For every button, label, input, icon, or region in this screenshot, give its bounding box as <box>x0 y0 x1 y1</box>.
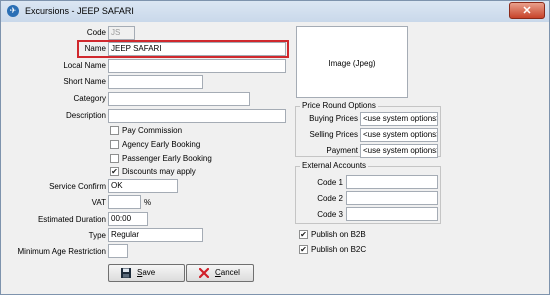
pay-commission-checkbox[interactable] <box>110 126 119 135</box>
red-x-icon <box>199 268 209 278</box>
form-body: Code JS Name JEEP SAFARI Local Name Shor… <box>3 22 547 292</box>
payment-select[interactable]: <use system options> <box>360 144 438 158</box>
selling-prices-label: Selling Prices <box>309 130 358 139</box>
title-bar: ✈ Excursions - JEEP SAFARI ✕ <box>1 1 549 22</box>
type-input[interactable]: Regular <box>108 228 203 242</box>
pay-commission-label: Pay Commission <box>122 126 183 135</box>
code3-label: Code 3 <box>317 210 343 219</box>
vat-percent-sign: % <box>144 198 152 207</box>
price-round-group: Price Round Options Buying Prices <use s… <box>295 101 441 158</box>
buying-prices-select[interactable]: <use system options> <box>360 112 438 126</box>
description-input[interactable] <box>108 109 286 123</box>
publish-b2c-checkbox[interactable]: ✔ <box>299 245 308 254</box>
price-round-title: Price Round Options <box>300 101 378 110</box>
vat-input[interactable] <box>108 195 141 209</box>
agency-early-booking-checkbox[interactable] <box>110 140 119 149</box>
code2-input[interactable] <box>346 191 438 205</box>
minimum-age-label: Minimum Age Restriction <box>17 247 106 256</box>
app-icon: ✈ <box>7 5 19 17</box>
external-accounts-title: External Accounts <box>300 161 369 170</box>
type-label: Type <box>88 231 106 240</box>
name-input[interactable]: JEEP SAFARI <box>108 42 286 56</box>
category-label: Category <box>73 94 106 103</box>
floppy-disk-icon <box>121 268 131 278</box>
external-accounts-group: External Accounts Code 1 Code 2 Code 3 <box>295 161 441 224</box>
service-confirm-label: Service Confirm <box>49 182 106 191</box>
estimated-duration-label: Estimated Duration <box>37 215 106 224</box>
cancel-label: Cancel <box>215 268 240 277</box>
buying-prices-label: Buying Prices <box>309 114 358 123</box>
local-name-input[interactable] <box>108 59 286 73</box>
code-label: Code <box>86 28 106 37</box>
code1-input[interactable] <box>346 175 438 189</box>
discounts-label: Discounts may apply <box>122 167 196 176</box>
code2-label: Code 2 <box>317 194 343 203</box>
passenger-early-booking-label: Passenger Early Booking <box>122 154 212 163</box>
description-label: Description <box>65 111 106 120</box>
short-name-input[interactable] <box>108 75 203 89</box>
close-button[interactable]: ✕ <box>509 2 545 19</box>
window-title: Excursions - JEEP SAFARI <box>25 6 134 16</box>
payment-label: Payment <box>326 146 358 155</box>
cancel-button[interactable]: Cancel <box>186 264 254 282</box>
image-label: Image (Jpeg) <box>328 59 376 68</box>
minimum-age-input[interactable] <box>108 244 128 258</box>
discounts-checkbox[interactable]: ✔ <box>110 167 119 176</box>
code1-label: Code 1 <box>317 178 343 187</box>
code3-input[interactable] <box>346 207 438 221</box>
image-box[interactable]: Image (Jpeg) <box>296 26 408 98</box>
publish-b2b-checkbox[interactable]: ✔ <box>299 230 308 239</box>
estimated-duration-input[interactable]: 00:00 <box>108 212 148 226</box>
agency-early-booking-label: Agency Early Booking <box>122 140 201 149</box>
save-label: Save <box>137 268 156 277</box>
local-name-label: Local Name <box>63 61 106 70</box>
passenger-early-booking-checkbox[interactable] <box>110 154 119 163</box>
selling-prices-select[interactable]: <use system options> <box>360 128 438 142</box>
service-confirm-input[interactable]: OK <box>108 179 178 193</box>
vat-label: VAT <box>91 198 106 207</box>
name-label: Name <box>84 44 106 53</box>
publish-b2c-label: Publish on B2C <box>311 245 367 254</box>
save-button[interactable]: Save <box>108 264 185 282</box>
publish-b2b-label: Publish on B2B <box>311 230 366 239</box>
category-input[interactable] <box>108 92 250 106</box>
code-input: JS <box>108 26 135 40</box>
short-name-label: Short Name <box>63 77 106 86</box>
excursions-window: ✈ Excursions - JEEP SAFARI ✕ Code JS Nam… <box>0 0 550 295</box>
